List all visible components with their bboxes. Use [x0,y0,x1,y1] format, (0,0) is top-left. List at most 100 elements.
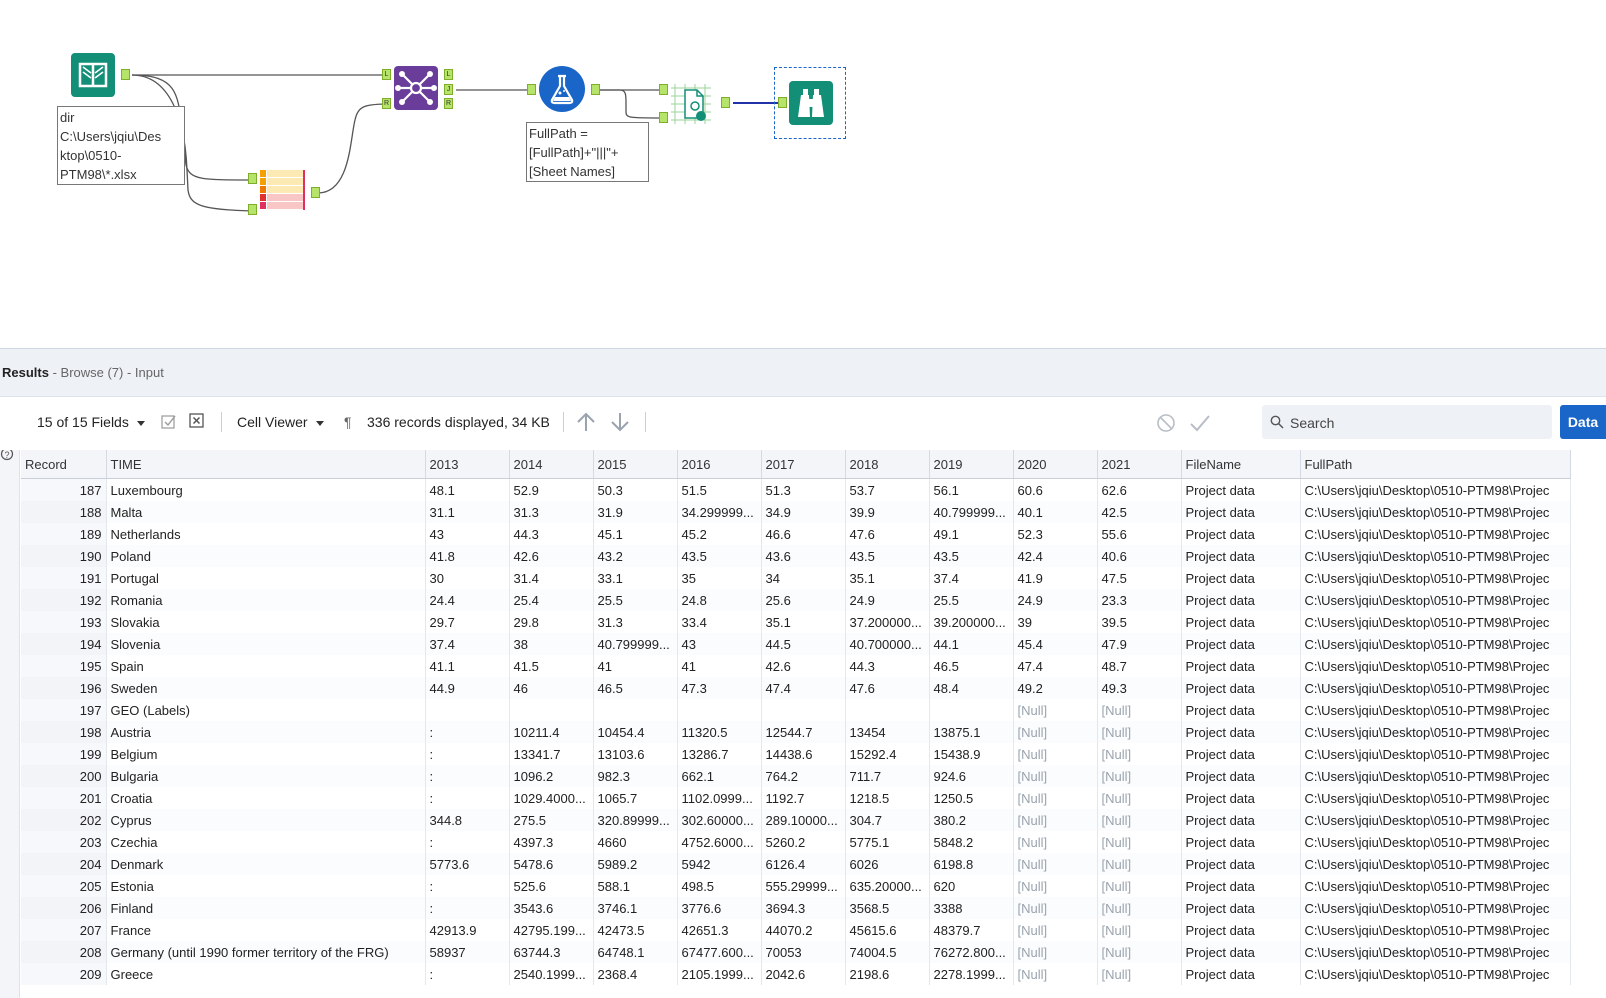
table-row[interactable]: 197 GEO (Labels) [Null] [Null] Project data C… [21,699,1571,721]
table-cell[interactable]: Slovakia [106,611,426,633]
table-cell[interactable]: 70053 [761,941,846,963]
table-cell[interactable]: 44.3 [509,523,594,545]
table-cell[interactable]: 34.9 [761,501,846,523]
table-cell[interactable]: 982.3 [593,765,678,787]
field-tool-output-anchor[interactable] [311,187,320,198]
dynamic-input-anchor-2[interactable] [659,112,668,123]
results-grid[interactable]: Record TIME 2013 2014 2015 2016 2017 2018 2019 20… [21,450,1606,998]
browse-tool[interactable] [789,81,833,125]
table-cell[interactable]: Luxembourg [106,478,426,501]
table-cell[interactable]: 620 [929,875,1014,897]
table-cell[interactable]: 49.1 [929,523,1014,545]
table-cell[interactable]: C:\Users\jqiu\Desktop\0510-PTM98\Projec [1300,611,1571,633]
table-cell[interactable]: Germany (until 1990 former territory of … [106,941,426,963]
table-cell[interactable]: 37.200000... [845,611,930,633]
record-number-cell[interactable]: 205 [21,875,107,897]
table-cell[interactable]: 45.1 [593,523,678,545]
field-tool-input-anchor-2[interactable] [248,204,257,215]
table-cell[interactable]: 39.200000... [929,611,1014,633]
column-header-record[interactable]: Record [21,450,107,479]
table-cell[interactable]: 6026 [845,853,930,875]
column-header-fullpath[interactable]: FullPath [1300,450,1571,479]
deselect-icon[interactable] [189,413,205,429]
table-cell[interactable]: 29.8 [509,611,594,633]
table-cell[interactable]: C:\Users\jqiu\Desktop\0510-PTM98\Projec [1300,897,1571,919]
table-cell[interactable]: 37.4 [929,567,1014,589]
table-row[interactable]: 198 Austria:10211.4 10454.4 11320.5 12544.7 1… [21,721,1571,743]
record-number-cell[interactable]: 204 [21,853,107,875]
table-cell[interactable]: [Null] [1013,787,1098,809]
table-cell[interactable]: 5848.2 [929,831,1014,853]
table-cell[interactable]: C:\Users\jqiu\Desktop\0510-PTM98\Projec [1300,853,1571,875]
table-cell[interactable]: 35.1 [845,567,930,589]
table-cell[interactable]: 49.3 [1097,677,1182,699]
table-cell[interactable]: C:\Users\jqiu\Desktop\0510-PTM98\Projec [1300,699,1571,721]
table-cell[interactable]: 302.60000... [677,809,762,831]
table-cell[interactable]: [Null] [1097,853,1182,875]
table-cell[interactable]: 23.3 [1097,589,1182,611]
table-cell[interactable]: 43.5 [929,545,1014,567]
table-cell[interactable]: Czechia [106,831,426,853]
table-cell[interactable]: Bulgaria [106,765,426,787]
table-cell[interactable]: 46 [509,677,594,699]
table-cell[interactable]: 1096.2 [509,765,594,787]
table-cell[interactable]: Slovenia [106,633,426,655]
column-header-2014[interactable]: 2014 [509,450,594,479]
table-cell[interactable]: 33.1 [593,567,678,589]
table-cell[interactable]: 43.5 [845,545,930,567]
table-cell[interactable]: 47.5 [1097,567,1182,589]
table-cell[interactable]: 30 [425,567,510,589]
table-cell[interactable]: C:\Users\jqiu\Desktop\0510-PTM98\Projec [1300,677,1571,699]
table-cell[interactable]: 6198.8 [929,853,1014,875]
table-cell[interactable]: Project data [1181,787,1301,809]
table-cell[interactable]: Project data [1181,897,1301,919]
table-cell[interactable]: 2540.1999... [509,963,594,985]
join-left-output-anchor[interactable]: L [444,69,453,80]
record-number-cell[interactable]: 197 [21,699,107,721]
table-cell[interactable]: 1065.7 [593,787,678,809]
table-cell[interactable]: 76272.800... [929,941,1014,963]
table-cell[interactable]: 3746.1 [593,897,678,919]
table-cell[interactable]: 41.1 [425,655,510,677]
table-cell[interactable]: : [425,721,510,743]
column-header-filename[interactable]: FileName [1181,450,1301,479]
table-cell[interactable]: [Null] [1013,919,1098,941]
dynamic-input-anchor-1[interactable] [659,84,668,95]
table-cell[interactable]: : [425,831,510,853]
table-cell[interactable]: [Null] [1097,875,1182,897]
table-cell[interactable]: Project data [1181,743,1301,765]
table-cell[interactable]: 42.4 [1013,545,1098,567]
record-number-cell[interactable]: 191 [21,567,107,589]
table-cell[interactable]: 42.5 [1097,501,1182,523]
table-cell[interactable]: [Null] [1013,809,1098,831]
table-cell[interactable]: 711.7 [845,765,930,787]
column-header-2017[interactable]: 2017 [761,450,846,479]
table-cell[interactable]: 38 [509,633,594,655]
table-cell[interactable]: : [425,787,510,809]
table-cell[interactable]: 67477.600... [677,941,762,963]
table-cell[interactable]: 1192.7 [761,787,846,809]
join-joined-output-anchor[interactable]: J [444,84,453,95]
table-cell[interactable]: 41 [593,655,678,677]
table-cell[interactable]: 11320.5 [677,721,762,743]
table-cell[interactable]: C:\Users\jqiu\Desktop\0510-PTM98\Projec [1300,589,1571,611]
table-cell[interactable]: 555.29999... [761,875,846,897]
table-cell[interactable]: 45615.6 [845,919,930,941]
table-cell[interactable]: Project data [1181,677,1301,699]
table-cell[interactable]: [Null] [1097,699,1182,721]
table-cell[interactable]: 33.4 [677,611,762,633]
table-cell[interactable]: 3568.5 [845,897,930,919]
table-cell[interactable]: Project data [1181,611,1301,633]
table-cell[interactable] [593,699,678,721]
table-cell[interactable]: 5773.6 [425,853,510,875]
table-cell[interactable]: Project data [1181,963,1301,985]
record-number-cell[interactable]: 202 [21,809,107,831]
table-cell[interactable]: 47.9 [1097,633,1182,655]
table-row[interactable]: 190 Poland 41.8 42.6 43.2 43.5 43.6 43.5 43.5 42.… [21,545,1571,567]
table-cell[interactable]: Project data [1181,853,1301,875]
table-cell[interactable] [425,699,510,721]
table-cell[interactable]: 635.20000... [845,875,930,897]
table-cell[interactable]: 1250.5 [929,787,1014,809]
table-cell[interactable]: 43.5 [677,545,762,567]
table-cell[interactable]: C:\Users\jqiu\Desktop\0510-PTM98\Projec [1300,655,1571,677]
